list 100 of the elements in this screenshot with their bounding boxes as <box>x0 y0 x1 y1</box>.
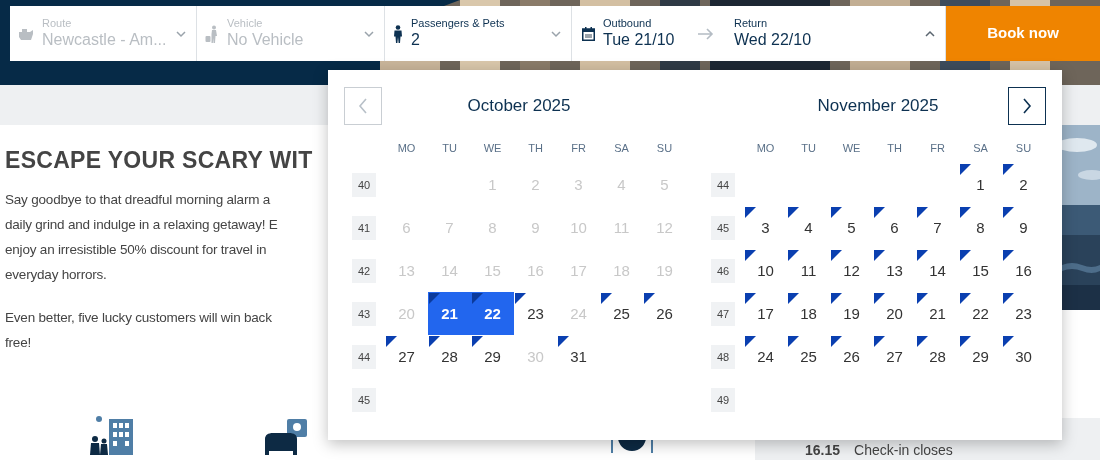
traveller-luggage-icon <box>205 24 219 43</box>
week-number: 45 <box>711 215 735 240</box>
week-number: 42 <box>352 258 376 283</box>
availability-marker-icon <box>831 207 842 218</box>
calendar-day[interactable]: 24 <box>744 335 787 378</box>
availability-marker-icon <box>960 336 971 347</box>
calendar-day[interactable]: 6 <box>873 206 916 249</box>
caret-icon <box>176 29 186 38</box>
calendar-day[interactable]: 26 <box>643 292 686 335</box>
availability-marker-icon <box>960 207 971 218</box>
availability-marker-icon <box>745 293 756 304</box>
calendar-day[interactable]: 4 <box>787 206 830 249</box>
calendar-day[interactable]: 23 <box>1002 292 1045 335</box>
weekday-label: WE <box>841 141 862 156</box>
availability-marker-icon <box>831 336 842 347</box>
arrow-right-icon <box>698 27 714 40</box>
availability-marker-icon <box>644 293 655 304</box>
calendar-day[interactable]: 5 <box>830 206 873 249</box>
availability-marker-icon <box>788 293 799 304</box>
calendar-day[interactable]: 15 <box>959 249 1002 292</box>
article-paragraph: Even better, five lucky customers will win back free! <box>5 308 272 352</box>
availability-marker-icon <box>745 336 756 347</box>
availability-marker-icon <box>472 293 483 304</box>
caret-icon <box>364 29 374 38</box>
calendar-day[interactable]: 27 <box>873 335 916 378</box>
week-number: 43 <box>352 301 376 326</box>
availability-marker-icon <box>429 293 440 304</box>
caret-icon <box>551 29 561 38</box>
calendar-day[interactable]: 1 <box>959 163 1002 206</box>
bed-icon <box>263 418 309 455</box>
calendar-day[interactable]: 23 <box>514 292 557 335</box>
availability-marker-icon <box>1003 207 1014 218</box>
availability-marker-icon <box>831 293 842 304</box>
chevron-right-icon <box>1022 98 1032 114</box>
availability-marker-icon <box>558 336 569 347</box>
availability-marker-icon <box>515 293 526 304</box>
calendar-day[interactable]: 3 <box>744 206 787 249</box>
availability-marker-icon <box>960 293 971 304</box>
week-number: 46 <box>711 258 735 283</box>
weekday-label: MO <box>396 141 417 156</box>
availability-marker-icon <box>874 207 885 218</box>
calendar-day[interactable]: 25 <box>600 292 643 335</box>
availability-marker-icon <box>1003 293 1014 304</box>
person-icon <box>393 24 403 43</box>
availability-marker-icon <box>874 293 885 304</box>
calendar-day[interactable]: 22 <box>959 292 1002 335</box>
availability-marker-icon <box>788 336 799 347</box>
availability-marker-icon <box>386 336 397 347</box>
calendar-day[interactable]: 19 <box>830 292 873 335</box>
calendar-day[interactable]: 21 <box>428 292 471 335</box>
availability-marker-icon <box>831 250 842 261</box>
calendar-day[interactable]: 29 <box>471 335 514 378</box>
passengers-dropdown[interactable]: Passengers & Pets 2 <box>385 6 572 61</box>
weekday-label: SA <box>972 141 989 156</box>
week-number: 48 <box>711 344 735 369</box>
next-month-button[interactable] <box>1008 87 1046 125</box>
calendar-day[interactable]: 25 <box>787 335 830 378</box>
availability-marker-icon <box>1003 164 1014 175</box>
availability-marker-icon <box>960 164 971 175</box>
week-number: 41 <box>352 215 376 240</box>
calendar-day[interactable]: 7 <box>916 206 959 249</box>
calendar-day[interactable]: 2 <box>1002 163 1045 206</box>
calendar-day[interactable]: 27 <box>385 335 428 378</box>
check-in-time: 16.15 <box>805 442 841 458</box>
calendar-day[interactable]: 31 <box>557 335 600 378</box>
calendar-day[interactable]: 26 <box>830 335 873 378</box>
availability-marker-icon <box>874 250 885 261</box>
calendar-day[interactable]: 14 <box>916 249 959 292</box>
week-number: 49 <box>711 387 735 412</box>
calendar-day[interactable]: 29 <box>959 335 1002 378</box>
calendar-day[interactable]: 21 <box>916 292 959 335</box>
calendar-day[interactable]: 10 <box>744 249 787 292</box>
weekday-label: FR <box>570 141 587 156</box>
availability-marker-icon <box>874 336 885 347</box>
calendar-day[interactable]: 9 <box>1002 206 1045 249</box>
calendar-day[interactable]: 30 <box>1002 335 1045 378</box>
calendar-icon <box>582 26 595 41</box>
weekday-label: FR <box>929 141 946 156</box>
calendar-day[interactable]: 12 <box>830 249 873 292</box>
calendar-day[interactable]: 22 <box>471 292 514 335</box>
caret-icon <box>925 29 935 38</box>
calendar-day[interactable]: 18 <box>787 292 830 335</box>
calendar-day[interactable]: 13 <box>873 249 916 292</box>
calendar-day[interactable]: 28 <box>916 335 959 378</box>
availability-marker-icon <box>917 336 928 347</box>
week-number: 44 <box>711 172 735 197</box>
availability-marker-icon <box>1003 336 1014 347</box>
availability-marker-icon <box>745 207 756 218</box>
calendar-day[interactable]: 8 <box>959 206 1002 249</box>
availability-marker-icon <box>917 250 928 261</box>
availability-marker-icon <box>601 293 612 304</box>
availability-marker-icon <box>917 293 928 304</box>
calendar-day[interactable]: 16 <box>1002 249 1045 292</box>
calendar-day[interactable]: 17 <box>744 292 787 335</box>
article-paragraph: Say goodbye to that dreadful morning alarm a daily grind and indulge in a relaxing getaway! E enjoy an irresistible 50% discount for travel in everyday horrors. <box>5 190 278 284</box>
calendar-day[interactable]: 28 <box>428 335 471 378</box>
calendar-day[interactable]: 20 <box>873 292 916 335</box>
availability-marker-icon <box>960 250 971 261</box>
calendar-day[interactable]: 11 <box>787 249 830 292</box>
weekday-label: MO <box>755 141 776 156</box>
